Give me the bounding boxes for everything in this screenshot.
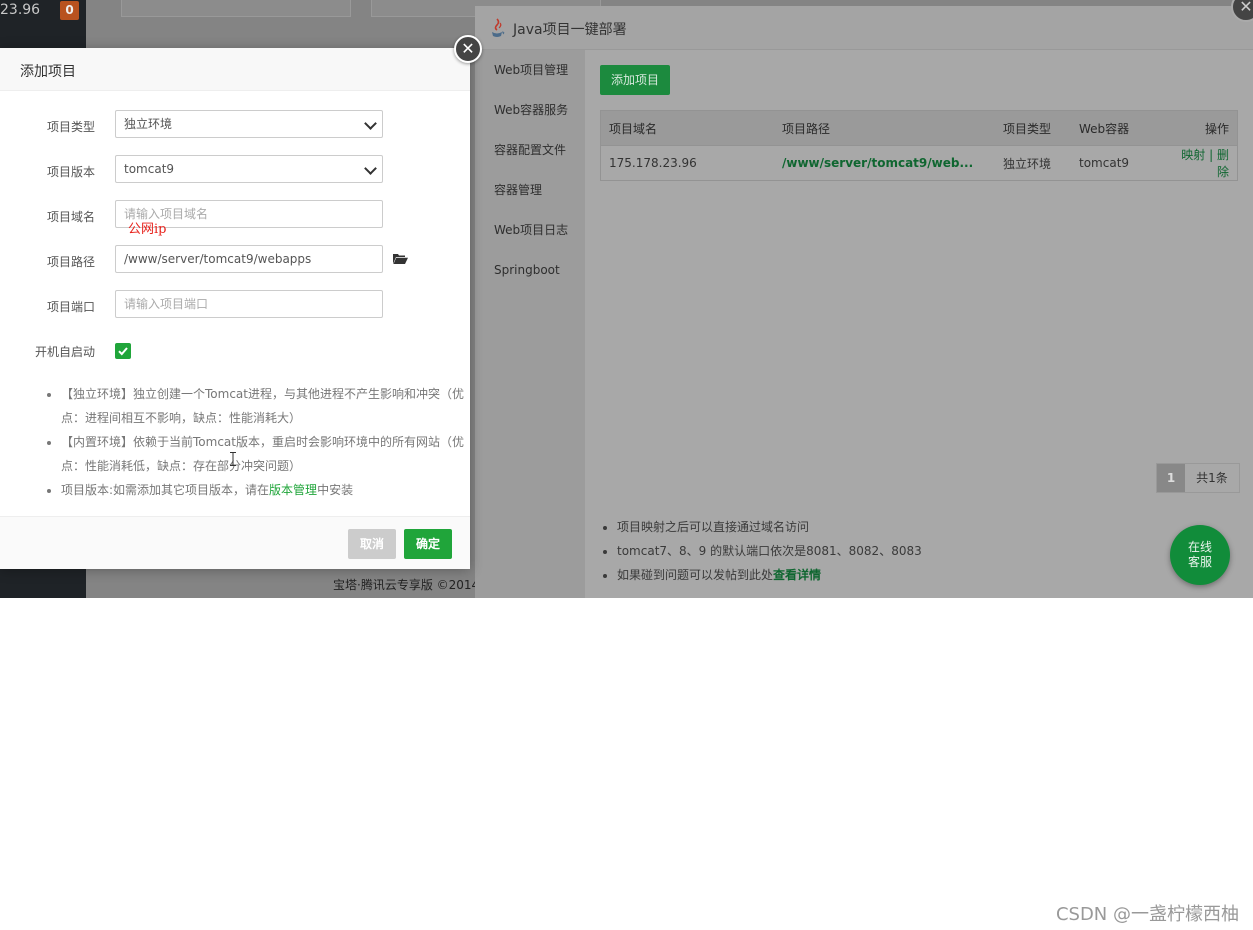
project-version-label: 项目版本 — [46, 165, 95, 179]
java-panel-header: Java项目一键部署 — [475, 6, 1253, 50]
chevron-down-icon — [364, 117, 377, 130]
view-details-link[interactable]: 查看详情 — [773, 568, 821, 582]
cell-type: 独立环境 — [995, 145, 1071, 181]
note-text: 【内置环境】依赖于当前Tomcat版本，重启时会影响环境中的所有网站（优点：性能… — [61, 435, 464, 473]
project-type-select[interactable]: 独立环境 — [115, 110, 383, 138]
java-panel-content: 添加项目 项目域名 项目路径 项目类型 Web容器 操作 175.178.23.… — [585, 50, 1253, 598]
dialog-footer: 取消 确定 — [0, 516, 470, 569]
screenshot-area: 23.96 0 宝塔·腾讯云专享版 ©2014 Java项目一键部署 ✕ Web… — [0, 0, 1253, 598]
online-service-button[interactable]: 在线 客服 — [1170, 525, 1230, 585]
nav-web-container-service[interactable]: Web容器服务 — [475, 90, 585, 130]
project-domain-label: 项目域名 — [46, 210, 95, 224]
cancel-button[interactable]: 取消 — [348, 529, 396, 559]
tip-item: 项目映射之后可以直接通过域名访问 — [617, 515, 922, 539]
cell-actions: 映射 | 删除 — [1162, 145, 1238, 181]
col-header-type: 项目类型 — [995, 110, 1071, 146]
chevron-down-icon — [364, 162, 377, 175]
project-port-input[interactable]: 请输入项目端口 — [115, 290, 383, 318]
delete-link[interactable]: 删除 — [1217, 148, 1229, 179]
tip-item: 如果碰到问题可以发帖到此处查看详情 — [617, 563, 922, 587]
dialog-notes: 【独立环境】独立创建一个Tomcat进程，与其他进程不产生影响和冲突（优点：进程… — [40, 382, 466, 502]
autostart-checkbox[interactable] — [115, 343, 131, 359]
java-deploy-panel: Java项目一键部署 ✕ Web项目管理 Web容器服务 容器配置文件 容器管理… — [475, 0, 1253, 598]
tip-text: 项目映射之后可以直接通过域名访问 — [617, 520, 810, 534]
note-text: 【独立环境】独立创建一个Tomcat进程，与其他进程不产生影响和冲突（优点：进程… — [61, 387, 464, 425]
online-service-line2: 客服 — [1187, 555, 1212, 569]
project-version-value: tomcat9 — [124, 162, 175, 176]
project-type-label: 项目类型 — [46, 120, 95, 134]
tip-text: tomcat7、8、9 的默认端口依次是8081、8082、8083 — [617, 544, 922, 558]
note-item: 【内置环境】依赖于当前Tomcat版本，重启时会影响环境中的所有网站（优点：性能… — [61, 430, 466, 478]
bg-footer-copyright: 宝塔·腾讯云专享版 ©2014 — [333, 578, 480, 592]
map-link[interactable]: 映射 — [1181, 148, 1205, 162]
tip-item: tomcat7、8、9 的默认端口依次是8081、8082、8083 — [617, 539, 922, 563]
nav-springboot[interactable]: Springboot — [475, 250, 585, 290]
project-port-placeholder: 请输入项目端口 — [124, 297, 209, 311]
col-header-actions: 操作 — [1162, 110, 1238, 146]
tip-text: 如果碰到问题可以发帖到此处 — [617, 568, 774, 582]
pager-current-page[interactable]: 1 — [1157, 464, 1185, 492]
dialog-header: 添加项目 — [0, 48, 470, 91]
project-port-label: 项目端口 — [46, 300, 95, 314]
dialog-title: 添加项目 — [20, 64, 76, 80]
cell-domain: 175.178.23.96 — [600, 145, 774, 181]
java-panel-title: Java项目一键部署 — [513, 22, 627, 38]
java-panel-nav: Web项目管理 Web容器服务 容器配置文件 容器管理 Web项目日志 Spri… — [475, 50, 585, 598]
online-service-line1: 在线 — [1187, 540, 1212, 554]
note-text: 中安装 — [317, 483, 354, 497]
nav-container-management[interactable]: 容器管理 — [475, 170, 585, 210]
bg-server-ip: 23.96 — [0, 2, 41, 18]
confirm-button[interactable]: 确定 — [404, 529, 452, 559]
project-version-select[interactable]: tomcat9 — [115, 155, 383, 183]
autostart-label: 开机自启动 — [34, 345, 95, 359]
col-header-path: 项目路径 — [774, 110, 995, 146]
note-text: 项目版本:如需添加其它项目版本，请在 — [61, 483, 270, 497]
table-header-row: 项目域名 项目路径 项目类型 Web容器 操作 — [600, 110, 1238, 146]
project-path-input[interactable]: /www/server/tomcat9/webapps — [115, 245, 383, 273]
project-type-value: 独立环境 — [124, 117, 173, 131]
version-management-link[interactable]: 版本管理 — [269, 483, 317, 497]
project-table: 项目域名 项目路径 项目类型 Web容器 操作 175.178.23.96 /w… — [600, 110, 1238, 181]
folder-open-icon[interactable] — [393, 253, 408, 264]
java-icon — [492, 18, 505, 37]
bg-card — [121, 0, 351, 17]
pager-total-count: 共1条 — [1185, 464, 1239, 492]
note-item: 项目版本:如需添加其它项目版本，请在版本管理中安装 — [61, 478, 466, 502]
dialog-close-icon[interactable]: ✕ — [454, 35, 482, 63]
add-project-button[interactable]: 添加项目 — [600, 65, 670, 95]
java-panel-tips: 项目映射之后可以直接通过域名访问 tomcat7、8、9 的默认端口依次是808… — [595, 515, 922, 587]
project-path-value: /www/server/tomcat9/webapps — [124, 252, 312, 266]
public-ip-annotation: 公网ip — [128, 222, 167, 237]
note-item: 【独立环境】独立创建一个Tomcat进程，与其他进程不产生影响和冲突（优点：进程… — [61, 382, 466, 430]
cell-path-link[interactable]: /www/server/tomcat9/web... — [774, 145, 995, 181]
csdn-watermark: CSDN @一盏柠檬西柚 — [1055, 904, 1239, 925]
table-row: 175.178.23.96 /www/server/tomcat9/web...… — [600, 145, 1238, 181]
project-path-label: 项目路径 — [46, 255, 95, 269]
nav-container-config-file[interactable]: 容器配置文件 — [475, 130, 585, 170]
bg-notification-badge: 0 — [60, 1, 79, 20]
col-header-domain: 项目域名 — [600, 110, 774, 146]
col-header-container: Web容器 — [1071, 110, 1162, 146]
action-separator: | — [1209, 148, 1214, 162]
pagination: 1 共1条 — [1156, 463, 1240, 493]
nav-web-project-log[interactable]: Web项目日志 — [475, 210, 585, 250]
nav-web-project-management[interactable]: Web项目管理 — [475, 50, 585, 90]
text-cursor-icon — [230, 452, 236, 466]
cell-container: tomcat9 — [1071, 145, 1162, 181]
checkmark-icon — [118, 347, 128, 356]
add-project-dialog: 添加项目 ✕ 项目类型 独立环境 项目版本 tomcat9 项目域名 请输入项目… — [0, 35, 482, 569]
